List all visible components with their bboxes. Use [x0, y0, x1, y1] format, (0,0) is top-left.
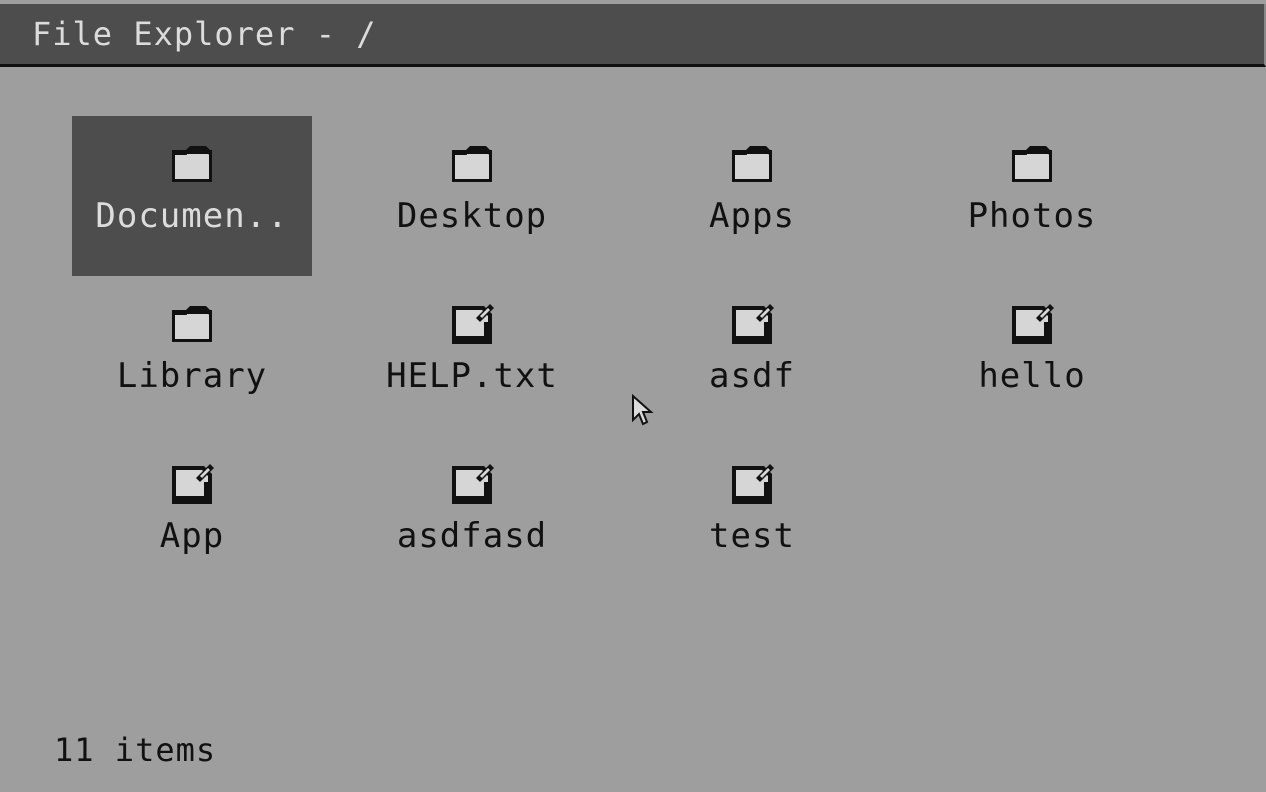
folder-item[interactable]: Photos [912, 116, 1152, 276]
file-explorer-window: File Explorer - / Documen.. Desktop Apps Ph… [0, 0, 1266, 792]
item-label: asdfasd [396, 516, 548, 556]
file-icon [446, 462, 498, 506]
file-item[interactable]: hello [912, 276, 1152, 436]
file-icon [446, 302, 498, 346]
mouse-cursor-icon [632, 394, 654, 426]
file-icon [166, 462, 218, 506]
folder-item[interactable]: Desktop [352, 116, 592, 276]
file-item[interactable]: test [632, 436, 872, 596]
item-label: Desktop [396, 196, 548, 236]
file-icon [726, 302, 778, 346]
folder-item[interactable]: Library [72, 276, 312, 436]
file-icon [726, 462, 778, 506]
item-label: test [709, 516, 795, 556]
folder-icon [166, 142, 218, 186]
item-label: Apps [709, 196, 795, 236]
file-icon [1006, 302, 1058, 346]
folder-icon [446, 142, 498, 186]
item-label: Documen.. [95, 196, 289, 236]
folder-item[interactable]: Apps [632, 116, 872, 276]
folder-icon [1006, 142, 1058, 186]
file-item[interactable]: HELP.txt [352, 276, 592, 436]
status-item-count: 11 items [54, 731, 217, 769]
folder-icon [726, 142, 778, 186]
item-label: HELP.txt [386, 356, 558, 396]
item-label: App [159, 516, 225, 556]
title-bar[interactable]: File Explorer - / [0, 4, 1266, 67]
file-item[interactable]: asdfasd [352, 436, 592, 596]
folder-icon [166, 302, 218, 346]
item-label: hello [978, 356, 1086, 396]
file-item[interactable]: App [72, 436, 312, 596]
item-label: asdf [709, 356, 795, 396]
item-label: Photos [967, 196, 1097, 236]
window-title: File Explorer - / [32, 15, 377, 53]
file-item[interactable]: asdf [632, 276, 872, 436]
folder-item[interactable]: Documen.. [72, 116, 312, 276]
item-label: Library [116, 356, 268, 396]
